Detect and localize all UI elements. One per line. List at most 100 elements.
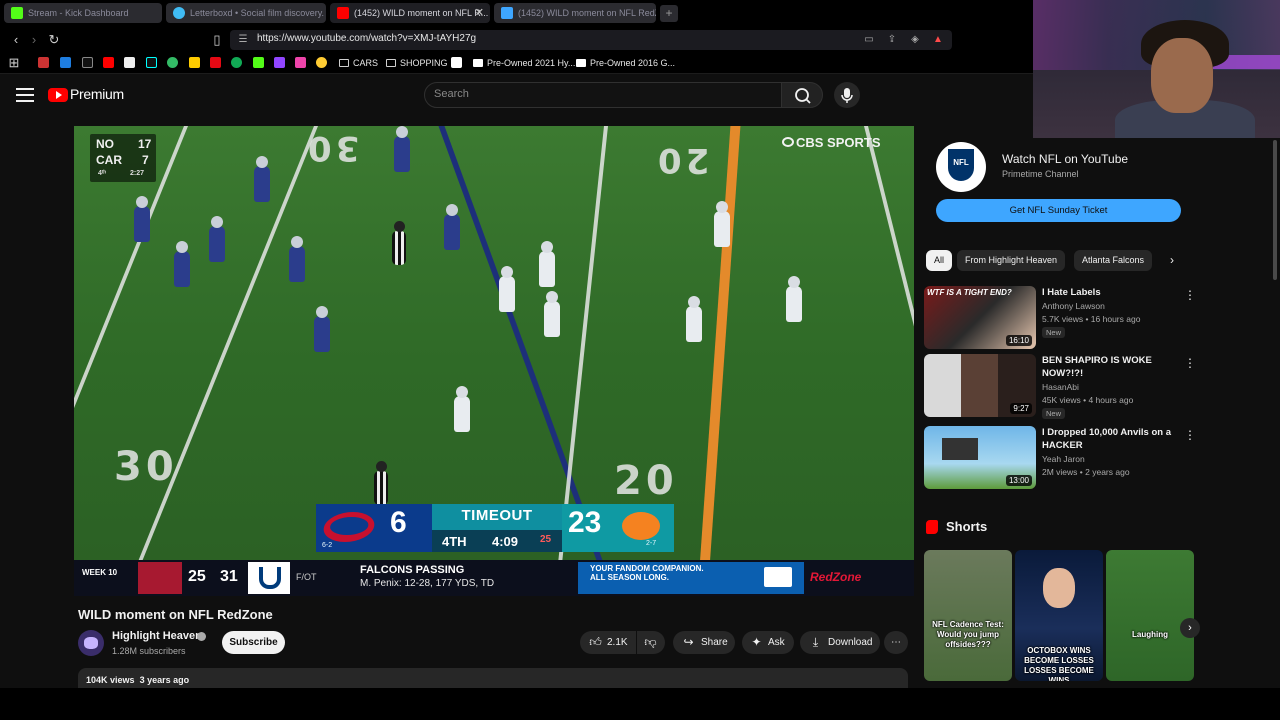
twitch-icon[interactable]	[274, 57, 285, 68]
recommendation-title[interactable]: I Hate Labels	[1042, 286, 1178, 299]
tiktok-icon[interactable]	[146, 57, 157, 68]
chip-from-highlight-heaven[interactable]: From Highlight Heaven	[957, 250, 1066, 271]
recommendation-channel[interactable]: HasanAbi	[1042, 382, 1079, 392]
more-vert-icon[interactable]: ⋮	[1184, 356, 1196, 370]
hamburger-menu-icon[interactable]	[16, 88, 34, 102]
browser-tab-youtube-2[interactable]: (1452) WILD moment on NFL RedZo...	[494, 3, 656, 23]
bookmark-pink-icon[interactable]	[295, 57, 306, 68]
youtube-bookmark-icon[interactable]	[103, 57, 114, 68]
bookmark-folder-shopping[interactable]: SHOPPING	[386, 55, 448, 71]
player	[209, 216, 225, 262]
more-vert-icon[interactable]: ⋮	[1184, 288, 1196, 302]
yard-number: 20	[614, 458, 678, 504]
video-thumbnail[interactable]: 13:00	[924, 426, 1036, 489]
browser-tab-kick[interactable]: Stream - Kick Dashboard	[4, 3, 162, 23]
bookmark-page-icon[interactable]: ▯	[209, 32, 225, 48]
bookmark-yellow-icon[interactable]	[189, 57, 200, 68]
browser-tab-letterboxd[interactable]: Letterboxd • Social film discovery.	[166, 3, 326, 23]
thumbs-down-icon: 👎︎	[644, 635, 657, 649]
player	[444, 204, 460, 250]
description-box[interactable]	[78, 668, 908, 688]
referee	[392, 221, 406, 265]
back-icon[interactable]: ‹	[8, 32, 24, 48]
recommendation-item[interactable]: 9:27 BEN SHAPIRO IS WOKE NOW?!?! HasanAb…	[924, 354, 1196, 419]
recommendation-meta: 2M views • 2 years ago	[1042, 467, 1130, 477]
like-button[interactable]: 👍︎ 2.1K	[580, 631, 636, 654]
video-thumbnail[interactable]: 9:27	[924, 354, 1036, 417]
video-thumbnail[interactable]: WTF IS A TIGHT END? 16:10	[924, 286, 1036, 349]
x-icon[interactable]	[82, 57, 93, 68]
yard-number: 20	[654, 140, 710, 180]
channel-avatar[interactable]	[78, 630, 104, 656]
page-icon	[473, 59, 483, 67]
bookmark-label: Pre-Owned 2016 G...	[590, 58, 676, 68]
chip-all[interactable]: All	[926, 250, 953, 271]
close-tab-icon[interactable]: ✕	[475, 3, 484, 23]
recommendation-title[interactable]: BEN SHAPIRO IS WOKE NOW?!?!	[1042, 354, 1178, 380]
kick-bookmark-icon[interactable]	[253, 57, 264, 68]
bookmark-preowned-2[interactable]: Pre-Owned 2016 G...	[576, 55, 675, 71]
nfl-logo-icon[interactable]: NFL	[936, 142, 986, 192]
scrollbar-thumb[interactable]	[1273, 140, 1277, 280]
ask-label: Ask	[768, 637, 785, 648]
recommendation-item[interactable]: 13:00 I Dropped 10,000 Anvils on a HACKE…	[924, 426, 1196, 490]
short-item[interactable]: NFL Cadence Test: Would you jump offside…	[924, 550, 1012, 681]
chevron-right-icon[interactable]: ›	[1170, 253, 1184, 267]
ask-button[interactable]: ✦ Ask	[742, 631, 794, 654]
recommendation-meta: 5.7K views • 16 hours ago	[1042, 314, 1141, 324]
recommendation-channel[interactable]: Yeah Jaron	[1042, 454, 1085, 464]
short-item[interactable]: OCTOBOX WINS BECOME LOSSES LOSSES BECOME…	[1015, 550, 1103, 681]
shield-icon[interactable]: ◈	[908, 33, 922, 47]
alert-icon[interactable]: ▲	[931, 33, 945, 47]
url-text[interactable]: https://www.youtube.com/watch?v=XMJ-tAYH…	[257, 33, 476, 44]
search-input[interactable]	[424, 82, 782, 108]
voice-search-button[interactable]	[834, 82, 860, 108]
player	[394, 126, 410, 172]
shorts-next-icon[interactable]: ›	[1180, 618, 1200, 638]
amazon-icon[interactable]	[124, 57, 135, 68]
youtube-logo-icon[interactable]	[48, 88, 68, 102]
chip-atlanta-falcons[interactable]: Atlanta Falcons	[1074, 250, 1153, 271]
spotify-icon[interactable]	[231, 57, 242, 68]
channel-name[interactable]: Highlight Heaven	[112, 630, 202, 642]
subscribe-button[interactable]: Subscribe	[222, 631, 285, 654]
forward-icon[interactable]: ›	[26, 32, 42, 48]
video-player[interactable]: 30 20 30 20 NO 17 CAR 7 4ᵗʰ 2:27 CBS SPO…	[74, 126, 914, 596]
bookmark-folder-cars[interactable]: CARS	[339, 55, 378, 71]
bookmark-icon[interactable]	[60, 57, 71, 68]
netflix-icon[interactable]	[210, 57, 221, 68]
dolphins-logo-icon	[622, 512, 660, 540]
download-button[interactable]: ⤓ Download	[800, 631, 880, 654]
browser-tab-youtube-active[interactable]: (1452) WILD moment on NFL R... ✕	[330, 3, 490, 23]
recommendation-item[interactable]: WTF IS A TIGHT END? 16:10 I Hate Labels …	[924, 286, 1196, 350]
share-page-icon[interactable]: ⇪	[885, 33, 899, 47]
more-actions-button[interactable]: ⋯	[884, 631, 908, 654]
short-item[interactable]: Laughing	[1106, 550, 1194, 681]
notion-icon[interactable]	[451, 57, 462, 68]
new-tab-button[interactable]: +	[660, 5, 678, 22]
share-button[interactable]: ↪ Share	[673, 631, 735, 654]
mini-team-2: CAR	[96, 153, 122, 167]
page-icon	[576, 59, 586, 67]
dislike-button[interactable]: 👎︎	[637, 631, 665, 654]
recommendation-title[interactable]: I Dropped 10,000 Anvils on a HACKER	[1042, 426, 1178, 452]
gmail-icon[interactable]	[38, 57, 49, 68]
cast-icon[interactable]: ▭	[862, 33, 876, 47]
tab-title: (1452) WILD moment on NFL R...	[354, 8, 489, 18]
cbs-sports-logo: CBS SPORTS	[782, 135, 881, 150]
search-button[interactable]	[781, 82, 823, 108]
youtube-premium-brand[interactable]: Premium	[70, 86, 124, 102]
tab-title: (1452) WILD moment on NFL RedZo...	[518, 8, 656, 18]
more-vert-icon[interactable]: ⋮	[1184, 428, 1196, 442]
like-count: 2.1K	[607, 637, 628, 648]
site-settings-icon[interactable]: ☰	[236, 33, 250, 47]
bookmark-preowned-1[interactable]: Pre-Owned 2021 Hy...	[473, 55, 575, 71]
recommendation-channel[interactable]: Anthony Lawson	[1042, 301, 1105, 311]
bookmark-orange-icon[interactable]	[316, 57, 327, 68]
reload-icon[interactable]: ↻	[46, 32, 62, 48]
sunday-ticket-button[interactable]: Get NFL Sunday Ticket	[936, 199, 1181, 222]
subscriber-count: 1.28M subscribers	[112, 646, 186, 656]
apps-grid-icon[interactable]: ⊞	[6, 55, 22, 71]
chrome-icon[interactable]	[167, 57, 178, 68]
broadcaster-text: CBS SPORTS	[796, 135, 881, 150]
